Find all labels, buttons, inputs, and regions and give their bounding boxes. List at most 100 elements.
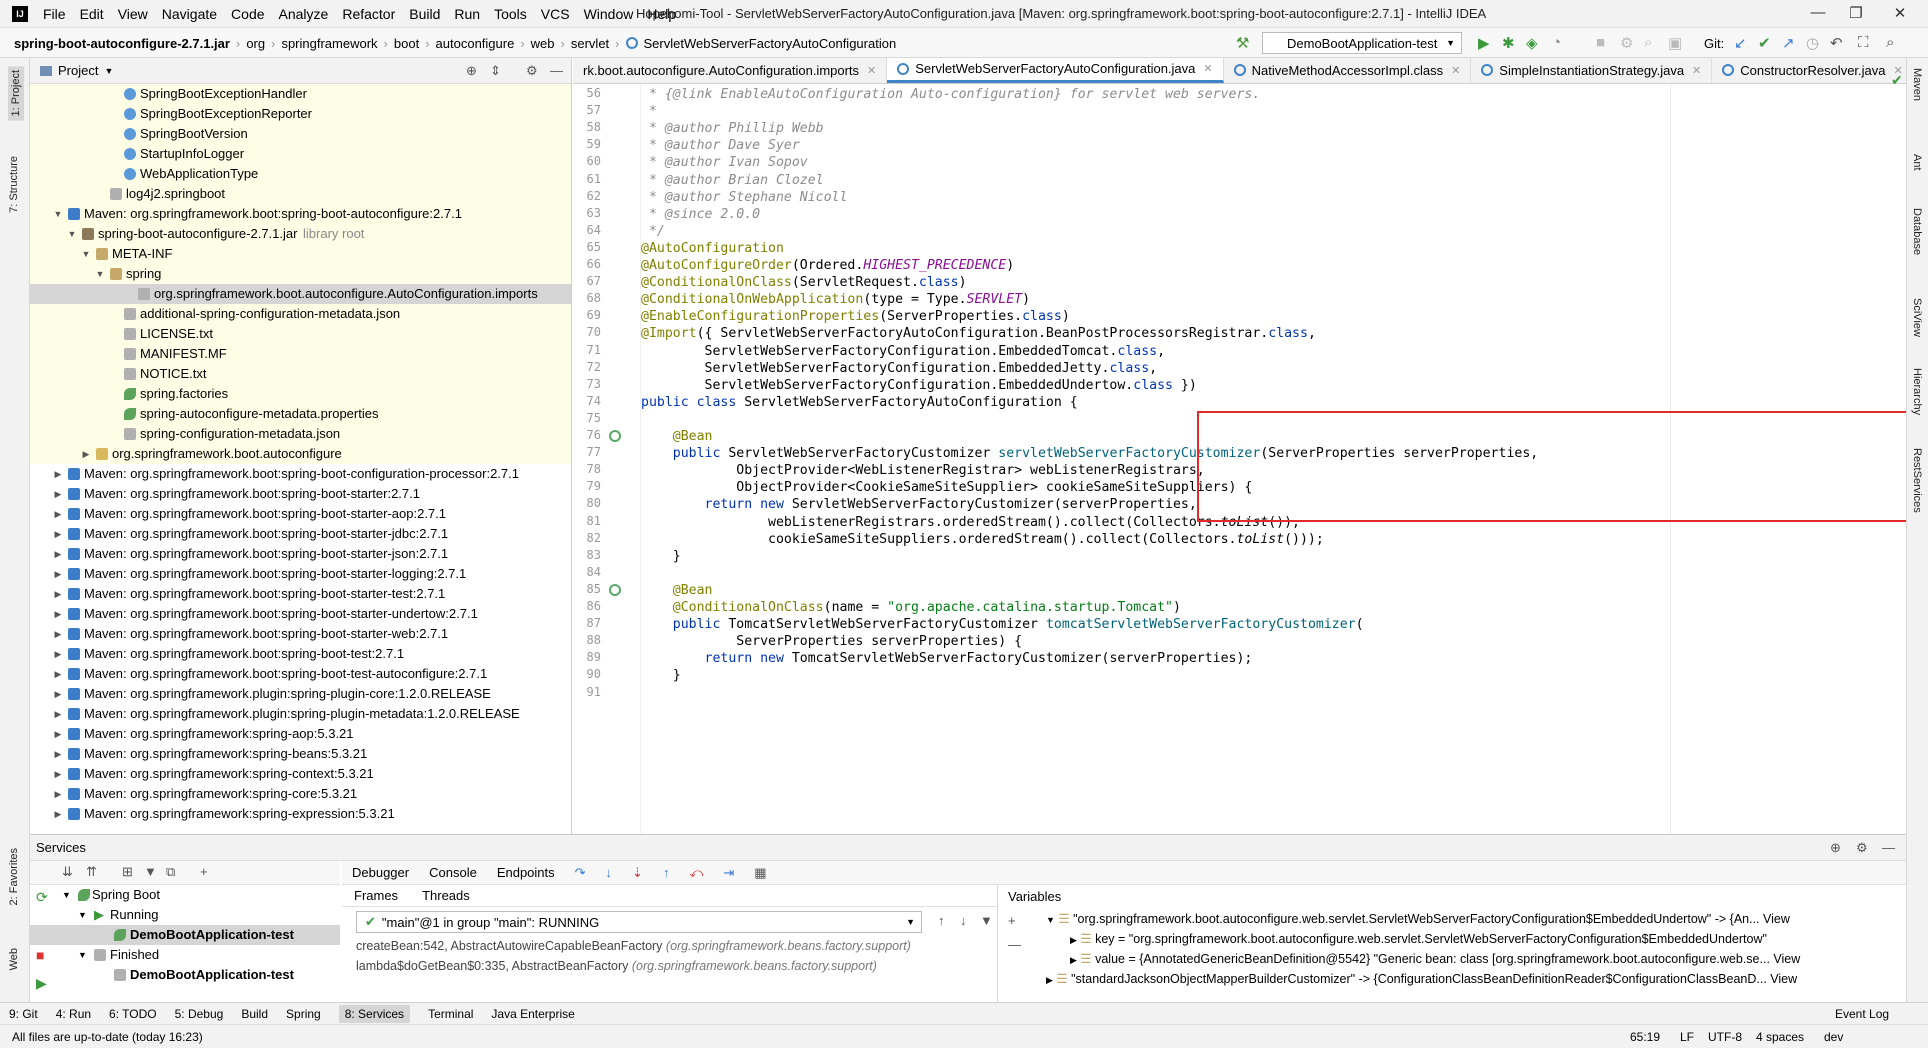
tool-tab-build[interactable]: Build xyxy=(241,1007,268,1021)
caret-position[interactable]: 65:19 xyxy=(1630,1030,1660,1044)
project-tree-item[interactable]: org.springframework.boot.autoconfigure.A… xyxy=(30,284,571,304)
restore-icon[interactable]: ❐ xyxy=(1844,4,1868,22)
service-group-running[interactable]: ▼ ▶ Running xyxy=(30,905,340,925)
search-icon[interactable]: ⌕ xyxy=(1644,34,1652,51)
chevron-right-icon[interactable]: ▶ xyxy=(52,804,64,824)
project-tree-item[interactable]: SpringBootExceptionHandler xyxy=(30,84,571,104)
project-tree-item[interactable]: LICENSE.txt xyxy=(30,324,571,344)
chevron-right-icon[interactable]: ▶ xyxy=(52,724,64,744)
breadcrumb-item[interactable]: servlet xyxy=(571,36,609,51)
project-tree-item[interactable]: ▶ Maven: org.springframework.plugin:sprin… xyxy=(30,704,571,724)
project-tree-item[interactable]: ▶ Maven: org.springframework:spring-core:… xyxy=(30,784,571,804)
menu-run[interactable]: Run xyxy=(447,6,487,22)
collapse-all-icon[interactable]: ⇕ xyxy=(490,63,501,79)
tool-tab-git[interactable]: 9: Git xyxy=(9,1007,38,1021)
menu-tools[interactable]: Tools xyxy=(487,6,534,22)
settings-icon[interactable]: ⚙ xyxy=(1620,34,1633,52)
tool-tab-todo[interactable]: 6: TODO xyxy=(109,1007,157,1021)
editor-tab[interactable]: ServletWebServerFactoryAutoConfiguration… xyxy=(887,58,1224,83)
tool-tab-run[interactable]: 4: Run xyxy=(56,1007,91,1021)
hide-icon[interactable]: — xyxy=(550,63,563,78)
chevron-right-icon[interactable]: ▶ xyxy=(52,564,64,584)
indent-setting[interactable]: 4 spaces xyxy=(1756,1030,1804,1044)
project-tree-item[interactable]: ▶ Maven: org.springframework.plugin:sprin… xyxy=(30,684,571,704)
chevron-right-icon[interactable]: ▶ xyxy=(52,624,64,644)
remove-watch-icon[interactable]: — xyxy=(1008,937,1021,952)
close-icon[interactable]: ✕ xyxy=(1888,4,1912,22)
chevron-right-icon[interactable]: ▶ xyxy=(52,504,64,524)
filter-icon[interactable]: ▼ xyxy=(980,913,993,928)
project-tree-item[interactable]: ▶ Maven: org.springframework.boot:spring-… xyxy=(30,564,571,584)
project-tree-item[interactable]: spring-configuration-metadata.json xyxy=(30,424,571,444)
tool-tab-maven[interactable]: Maven xyxy=(1911,68,1923,101)
chevron-right-icon[interactable]: ▶ xyxy=(52,744,64,764)
project-tree-item[interactable]: ▶ Maven: org.springframework.boot:spring-… xyxy=(30,664,571,684)
breadcrumb-item[interactable]: org xyxy=(246,36,265,51)
editor-tab[interactable]: rk.boot.autoconfigure.AutoConfiguration.… xyxy=(573,58,888,83)
service-item-running-app[interactable]: DemoBootApplication-test xyxy=(30,925,340,945)
stop-icon[interactable]: ■ xyxy=(1596,34,1605,51)
hammer-icon[interactable]: ⚒ xyxy=(1236,34,1249,52)
chevron-right-icon[interactable]: ▶ xyxy=(52,784,64,804)
bean-gutter-icon[interactable] xyxy=(609,430,621,442)
project-tree-item[interactable]: ▼ META-INF xyxy=(30,244,571,264)
chevron-right-icon[interactable]: ▶ xyxy=(52,464,64,484)
rollback-icon[interactable]: ↶ xyxy=(1830,34,1843,52)
globe-icon[interactable]: ⊕ xyxy=(1830,840,1841,856)
project-panel-title[interactable]: Project xyxy=(58,63,98,78)
group-icon[interactable]: ⊞ xyxy=(122,864,133,880)
menu-analyze[interactable]: Analyze xyxy=(272,6,336,22)
git-push-icon[interactable]: ↗ xyxy=(1782,34,1795,52)
hide-icon[interactable]: — xyxy=(1882,840,1895,855)
chevron-right-icon[interactable]: ▶ xyxy=(52,544,64,564)
chevron-down-icon[interactable]: ▼ xyxy=(66,224,78,244)
bean-gutter-icon[interactable] xyxy=(609,583,621,596)
tool-tab-hierarchy[interactable]: Hierarchy xyxy=(1911,368,1923,415)
chevron-right-icon[interactable]: ▶ xyxy=(52,484,64,504)
project-tree-item[interactable]: SpringBootVersion xyxy=(30,124,571,144)
chevron-right-icon[interactable]: ▶ xyxy=(52,684,64,704)
breadcrumb-item[interactable]: springframework xyxy=(281,36,377,51)
add-icon[interactable]: + xyxy=(200,864,208,879)
force-step-into-icon[interactable]: ⇣ xyxy=(632,865,643,881)
tool-tab-services[interactable]: 8: Services xyxy=(338,1004,411,1023)
locate-icon[interactable]: ⊕ xyxy=(466,63,477,79)
close-tab-icon[interactable]: ✕ xyxy=(1692,64,1701,77)
service-group-spring-boot[interactable]: ▼ Spring Boot xyxy=(30,885,340,905)
rerun-icon[interactable]: ⟳ xyxy=(36,889,48,906)
chevron-right-icon[interactable]: ▶ xyxy=(52,604,64,624)
service-item-finished-app[interactable]: DemoBootApplication-test xyxy=(30,965,340,985)
event-log-button[interactable]: Event Log xyxy=(1835,1007,1889,1021)
chevron-right-icon[interactable]: ▶ xyxy=(52,764,64,784)
project-tree-item[interactable]: ▶ Maven: org.springframework.boot:spring-… xyxy=(30,464,571,484)
tool-tab-spring[interactable]: Spring xyxy=(286,1007,321,1021)
stack-frame[interactable]: createBean:542, AbstractAutowireCapableB… xyxy=(356,939,911,953)
drop-frame-icon[interactable]: ⤺ xyxy=(689,865,703,881)
service-group-finished[interactable]: ▼ Finished xyxy=(30,945,340,965)
project-tree-item[interactable]: spring-autoconfigure-metadata.properties xyxy=(30,404,571,424)
breadcrumb-item[interactable]: web xyxy=(531,36,555,51)
stack-frame[interactable]: lambda$doGetBean$0:335, AbstractBeanFact… xyxy=(356,959,877,973)
tool-tab-sciview[interactable]: SciView xyxy=(1911,298,1923,337)
close-tab-icon[interactable]: ✕ xyxy=(1451,64,1460,77)
profile-icon[interactable]: ◔ xyxy=(1552,34,1561,51)
tool-tab-structure[interactable]: 7: Structure xyxy=(8,156,20,213)
project-tree-item[interactable]: ▼ spring-boot-autoconfigure-2.7.1.jar libr… xyxy=(30,224,571,244)
tool-tab-database[interactable]: Database xyxy=(1911,208,1923,255)
editor-tab[interactable]: SimpleInstantiationStrategy.java ✕ xyxy=(1471,58,1713,83)
coverage-icon[interactable]: ◈ xyxy=(1526,34,1538,52)
resume-icon[interactable]: ▶ xyxy=(36,975,47,992)
add-watch-icon[interactable]: + xyxy=(1008,913,1016,928)
breadcrumb-item[interactable]: boot xyxy=(394,36,419,51)
tool-tab-ant[interactable]: Ant xyxy=(1911,154,1923,171)
chevron-down-icon[interactable]: ▼ xyxy=(104,66,113,76)
tool-tab-favorites[interactable]: 2: Favorites xyxy=(8,848,20,905)
project-tree-item[interactable]: ▶ Maven: org.springframework.boot:spring-… xyxy=(30,484,571,504)
chevron-right-icon[interactable]: ▶ xyxy=(52,704,64,724)
tool-tab-terminal[interactable]: Terminal xyxy=(428,1007,473,1021)
gear-icon[interactable]: ⚙ xyxy=(1856,840,1868,856)
run-icon[interactable]: ▶ xyxy=(1478,34,1490,52)
chevron-right-icon[interactable]: ▶ xyxy=(52,524,64,544)
new-tab-icon[interactable]: ⧉ xyxy=(166,864,175,880)
project-tree-item[interactable]: ▶ Maven: org.springframework.boot:spring-… xyxy=(30,524,571,544)
